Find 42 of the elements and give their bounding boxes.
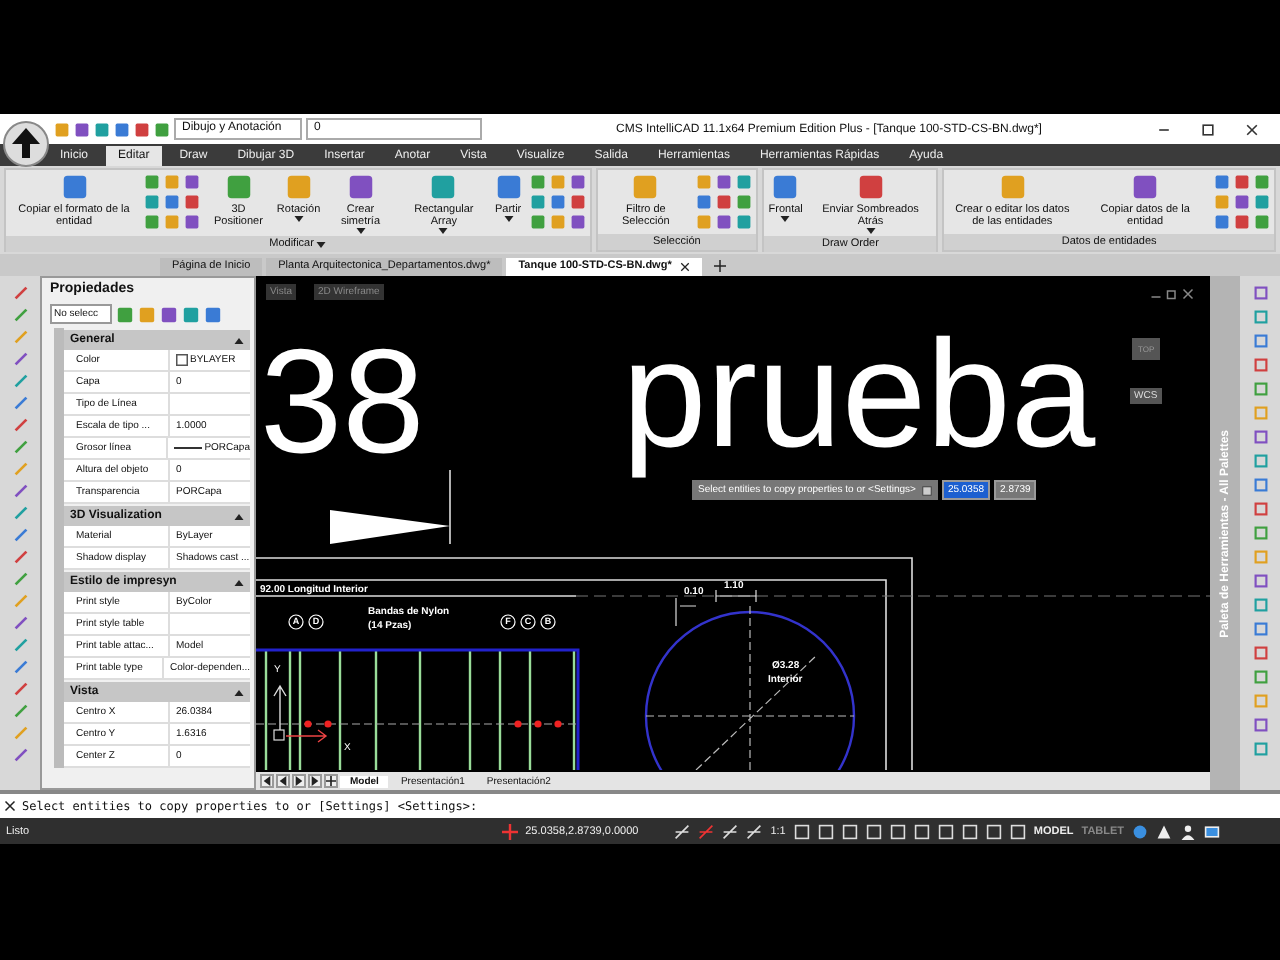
collapse-icon	[234, 579, 244, 585]
collapse-icon	[234, 337, 244, 343]
tool-icon	[283, 172, 314, 202]
tab-nav-icon[interactable]	[292, 774, 306, 788]
ucs-axis-icon	[273, 684, 328, 743]
close-icon[interactable]	[1182, 288, 1194, 300]
monitor-icon[interactable]	[1204, 823, 1221, 839]
close-icon[interactable]	[679, 262, 690, 272]
tool-icon	[770, 172, 801, 202]
drawing-canvas[interactable]	[256, 276, 1210, 790]
dropdown-icon[interactable]	[921, 485, 932, 495]
tool-icon	[855, 172, 886, 202]
close-icon[interactable]	[1244, 121, 1260, 137]
close-icon[interactable]	[4, 800, 16, 812]
tool-icon	[997, 172, 1028, 202]
drafting-toggle-icon[interactable]	[698, 823, 715, 839]
restore-icon[interactable]	[1166, 288, 1178, 300]
dimension-line-drawing	[675, 589, 757, 627]
tool-icon	[345, 172, 376, 202]
tool-icon	[1130, 172, 1161, 202]
arrow-shape	[330, 510, 450, 544]
caret-icon	[293, 216, 304, 222]
line-sample-icon	[174, 444, 203, 452]
add-tab-icon[interactable]	[324, 774, 338, 788]
caret-icon	[315, 241, 326, 247]
caret-icon	[780, 216, 791, 222]
collapse-icon	[234, 689, 244, 695]
tab-nav-icon[interactable]	[260, 774, 274, 788]
tool-icon	[59, 172, 89, 202]
tab-nav-icon[interactable]	[276, 774, 290, 788]
crosshair-icon	[501, 823, 518, 839]
person-icon[interactable]	[1180, 823, 1197, 839]
caret-icon	[503, 216, 514, 222]
tool-icon	[428, 172, 459, 202]
add-tab-icon[interactable]	[713, 260, 726, 272]
tool-icon	[630, 172, 661, 202]
tool-icon	[223, 172, 254, 202]
drawing-text: 38	[260, 328, 425, 476]
tab-nav-icon[interactable]	[308, 774, 322, 788]
tool-icon	[493, 172, 524, 202]
collapse-icon	[234, 513, 244, 519]
maximize-icon[interactable]	[1200, 121, 1216, 137]
